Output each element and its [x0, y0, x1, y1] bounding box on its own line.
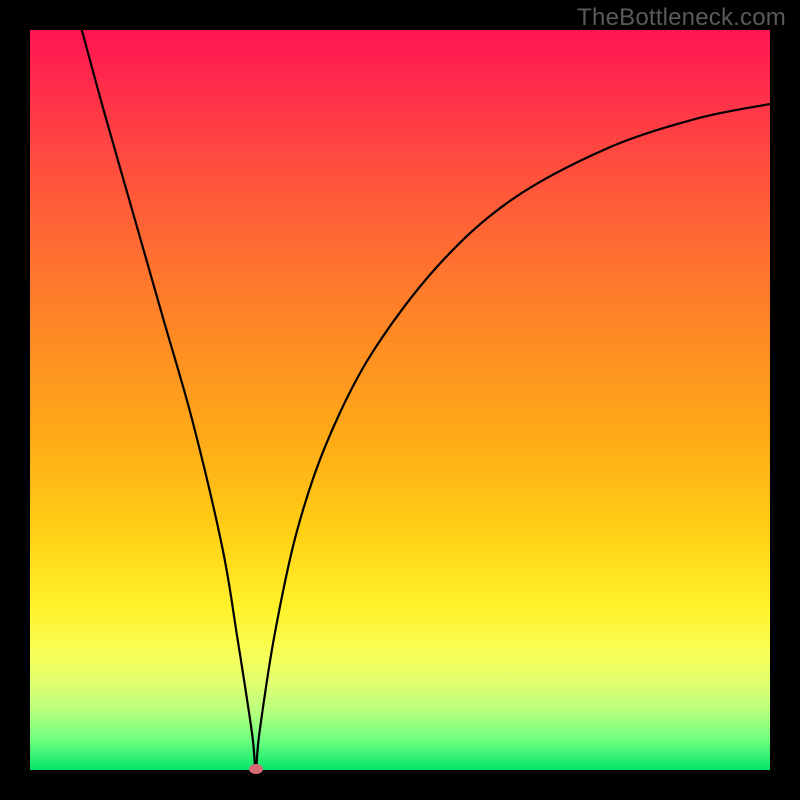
bottleneck-curve	[30, 30, 770, 770]
optimal-point-marker	[249, 764, 263, 774]
watermark-label: TheBottleneck.com	[577, 4, 786, 32]
